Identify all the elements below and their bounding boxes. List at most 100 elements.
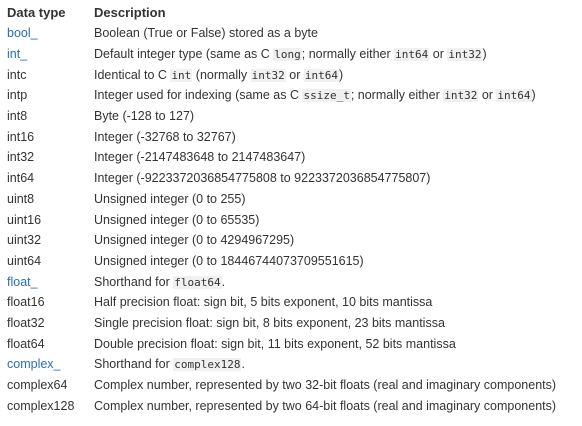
description-cell: Single precision float: sign bit, 8 bits…: [94, 313, 556, 334]
description-text: (normally: [192, 67, 251, 82]
type-cell: uint16: [0, 209, 94, 230]
description-cell: Integer used for indexing (same as C ssi…: [94, 85, 556, 106]
type-name: complex64: [7, 378, 68, 393]
description-text: Shorthand for: [94, 357, 174, 372]
description-text: Unsigned integer (0 to 65535): [94, 212, 260, 227]
code-literal: int32: [443, 89, 479, 103]
type-name: uint16: [7, 212, 42, 227]
type-name: float64: [7, 336, 45, 351]
code-literal: int64: [394, 48, 430, 62]
description-text: or: [429, 47, 448, 62]
type-name: int16: [7, 129, 35, 144]
type-cell: int8: [0, 106, 94, 127]
type-cell: int64: [0, 168, 94, 189]
type-name: uint32: [7, 233, 42, 248]
type-name: float32: [7, 315, 45, 330]
description-cell: Complex number, represented by two 32-bi…: [94, 375, 556, 396]
type-name: intp: [7, 88, 28, 103]
description-cell: Integer (-2147483648 to 2147483647): [94, 147, 556, 168]
description-text: Double precision float: sign bit, 11 bit…: [94, 336, 456, 351]
table-row: float_ Shorthand for float64.: [0, 271, 556, 292]
description-cell: Integer (-9223372036854775808 to 9223372…: [94, 168, 556, 189]
table-row: int_ Default integer type (same as C long…: [0, 44, 556, 65]
description-text: .: [221, 274, 226, 289]
type-cell: uint8: [0, 189, 94, 210]
description-cell: Double precision float: sign bit, 11 bit…: [94, 333, 556, 354]
description-cell: Complex number, represented by two 64-bi…: [94, 395, 556, 416]
code-literal: complex128: [173, 358, 242, 372]
type-cell: int32: [0, 147, 94, 168]
header-data-type: Data type: [7, 4, 66, 20]
type-name: intc: [7, 67, 27, 82]
type-cell: float16: [0, 292, 94, 313]
type-name: complex128: [7, 398, 75, 413]
description-cell: Unsigned integer (0 to 18446744073709551…: [94, 251, 556, 272]
type-cell: intc: [0, 64, 94, 85]
description-cell: Boolean (True or False) stored as a byte: [94, 23, 556, 44]
description-text: Integer used for indexing (same as C: [94, 88, 303, 103]
header-description: Description: [94, 4, 166, 20]
code-literal: int32: [447, 48, 483, 62]
type-name: float16: [7, 295, 45, 310]
code-literal: int32: [250, 68, 286, 82]
type-link[interactable]: float_: [7, 275, 38, 289]
type-link[interactable]: complex_: [7, 357, 61, 371]
type-name: int64: [7, 171, 35, 186]
description-cell: Half precision float: sign bit, 5 bits e…: [94, 292, 556, 313]
table-row: complex128 Complex number, represented by…: [0, 395, 556, 416]
description-cell: Default integer type (same as C long; no…: [94, 44, 556, 65]
table-row: int64 Integer (-9223372036854775808 to 92…: [0, 168, 556, 189]
description-text: ; normally either: [301, 47, 395, 62]
type-name: uint64: [7, 253, 42, 268]
type-link[interactable]: bool_: [7, 26, 38, 40]
description-text: ): [338, 67, 344, 82]
table-row: complex64 Complex number, represented by …: [0, 375, 556, 396]
type-cell: intp: [0, 85, 94, 106]
table-row: float32 Single precision float: sign bit,…: [0, 313, 556, 334]
description-text: Complex number, represented by two 32-bi…: [94, 378, 557, 393]
description-text: or: [478, 88, 497, 103]
description-text: ): [531, 88, 536, 103]
type-name: int8: [7, 109, 28, 124]
description-cell: Shorthand for float64.: [94, 271, 556, 292]
type-cell: bool_: [0, 23, 94, 44]
description-cell: Unsigned integer (0 to 255): [94, 189, 556, 210]
table-row: bool_ Boolean (True or False) stored as a…: [0, 23, 556, 44]
description-cell: Unsigned integer (0 to 65535): [94, 209, 556, 230]
description-text: Half precision float: sign bit, 5 bits e…: [94, 295, 433, 310]
code-literal: long: [273, 48, 302, 62]
data-types-table: Data type Description bool_ Boolean (True…: [0, 1, 556, 416]
description-cell: Identical to C int (normally int32 or in…: [94, 64, 556, 85]
description-text: .: [241, 357, 245, 372]
description-cell: Shorthand for complex128.: [94, 354, 556, 375]
description-text: Byte (-128 to 127): [94, 109, 195, 124]
type-name: uint8: [7, 191, 35, 206]
type-cell: float64: [0, 333, 94, 354]
type-cell: complex_: [0, 354, 94, 375]
type-cell: complex64: [0, 375, 94, 396]
type-cell: uint32: [0, 230, 94, 251]
code-literal: int: [170, 68, 193, 82]
header-row: Data type Description: [0, 1, 556, 23]
table-row: int32 Integer (-2147483648 to 2147483647): [0, 147, 556, 168]
type-cell: uint64: [0, 251, 94, 272]
table-row: uint64 Unsigned integer (0 to 18446744073…: [0, 251, 556, 272]
type-name: int32: [7, 150, 35, 165]
type-link[interactable]: int_: [7, 47, 27, 61]
description-text: ; normally either: [350, 88, 444, 103]
table-row: float16 Half precision float: sign bit, 5…: [0, 292, 556, 313]
description-cell: Integer (-32768 to 32767): [94, 126, 556, 147]
description-text: Complex number, represented by two 64-bi…: [94, 398, 557, 413]
type-cell: float32: [0, 313, 94, 334]
description-text: ): [482, 47, 487, 62]
description-text: Unsigned integer (0 to 255): [94, 191, 246, 206]
description-text: Integer (-32768 to 32767): [94, 129, 236, 144]
type-cell: int_: [0, 44, 94, 65]
table-row: complex_ Shorthand for complex128.: [0, 354, 556, 375]
description-text: Boolean (True or False) stored as a byte: [94, 26, 318, 41]
type-cell: int16: [0, 126, 94, 147]
description-text: Shorthand for: [94, 274, 174, 289]
description-cell: Unsigned integer (0 to 4294967295): [94, 230, 556, 251]
type-cell: float_: [0, 271, 94, 292]
table-row: int8 Byte (-128 to 127): [0, 106, 556, 127]
